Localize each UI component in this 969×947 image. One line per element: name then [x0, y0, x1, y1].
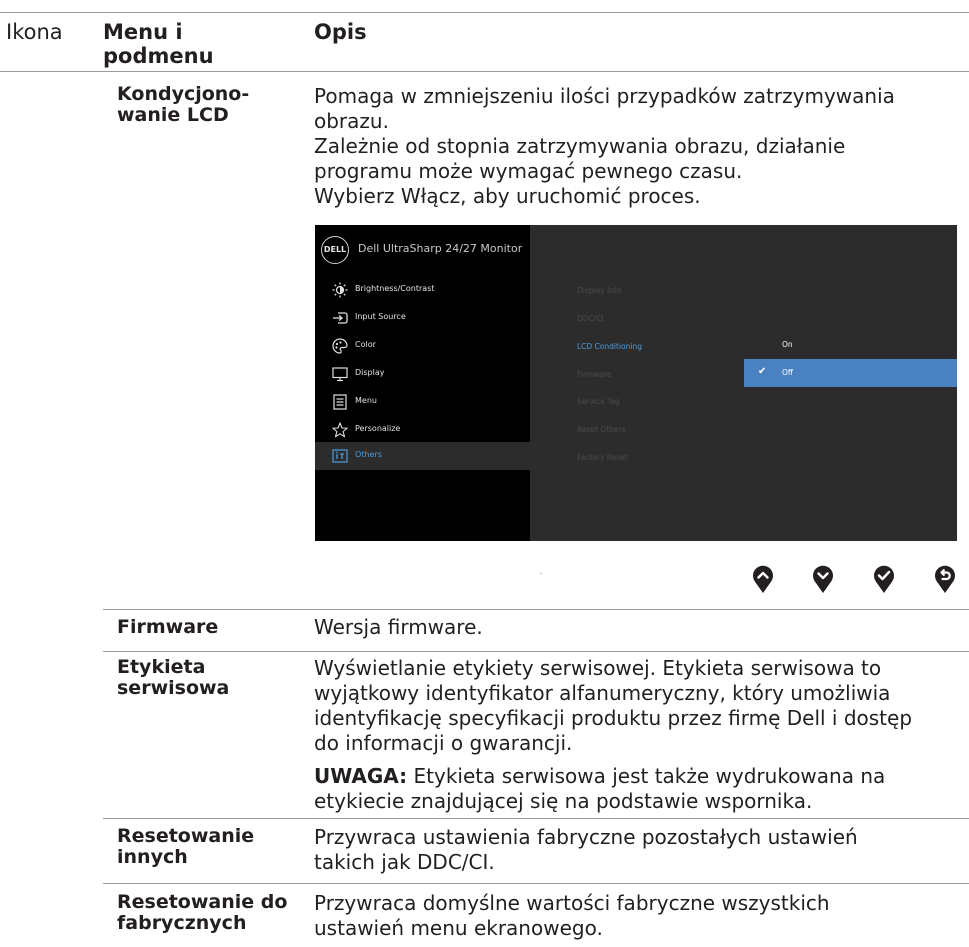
desc-line: Pomaga w zmniejszeniu ilości przypadków … [314, 84, 895, 108]
note-line: UWAGA: Etykieta serwisowa jest także wyd… [314, 764, 964, 789]
desc-line: takich jak DDC/CI. [314, 850, 495, 874]
osd-item-input-source[interactable]: Input Source [315, 304, 530, 332]
osd-item-others[interactable]: Others [315, 442, 530, 470]
menu-list-icon [333, 394, 347, 410]
osd-item-color[interactable]: Color [315, 332, 530, 360]
row-reset-others-menu: Resetowanie innych [117, 826, 254, 868]
osd-item-display[interactable]: Display [315, 360, 530, 388]
osd-option-label: Off [782, 368, 794, 377]
row-reset-others-menu-line1: Resetowanie [117, 825, 255, 847]
header-rule [0, 71, 969, 72]
row-reset-others-desc: Przywraca ustawienia fabryczne pozostały… [314, 825, 964, 875]
osd-option-on[interactable]: On [744, 331, 957, 359]
decorative-dot [540, 573, 542, 574]
osd-sub-ddc-ci[interactable]: DDC/CI [577, 314, 604, 324]
row-factory-reset-menu-line1: Resetowanie do [117, 891, 288, 913]
osd-sub-service-tag[interactable]: Service Tag [577, 397, 620, 407]
osd-item-label: Color [355, 340, 376, 349]
header-desc-column: Opis [314, 20, 367, 44]
row-rule [103, 609, 969, 610]
dell-logo: DELL [321, 236, 349, 264]
row-lcd-menu-line1: Kondycjono- [117, 83, 250, 105]
osd-sub-reset-others[interactable]: Reset Others [577, 425, 626, 435]
row-factory-reset-menu-line2: fabrycznych [117, 912, 247, 934]
down-arrow-icon [813, 565, 833, 593]
osd-item-label: Brightness/Contrast [355, 284, 435, 293]
desc-line: Wybierz Włącz, aby uruchomić proces. [314, 184, 701, 208]
row-lcd-menu: Kondycjono- wanie LCD [117, 84, 249, 126]
desc-line: Przywraca domyślne wartości fabryczne ws… [314, 891, 830, 915]
osd-item-menu[interactable]: Menu [315, 388, 530, 416]
row-rule [103, 883, 969, 884]
others-icon [332, 449, 348, 463]
osd-title: Dell UltraSharp 24/27 Monitor [358, 242, 523, 255]
check-icon [874, 565, 894, 593]
check-icon: ✔ [758, 366, 767, 377]
desc-line: identyfikację specyfikacji produktu prze… [314, 706, 913, 730]
input-source-icon [333, 312, 348, 324]
osd-item-label: Personalize [355, 424, 401, 433]
osd-sub-firmware[interactable]: Firmware [577, 370, 611, 380]
desc-line: Zależnie od stopnia zatrzymywania obrazu… [314, 134, 846, 158]
desc-line: programu może wymagać pewnego czasu. [314, 159, 743, 183]
row-service-tag-menu-line2: serwisowa [117, 677, 230, 699]
row-service-tag-desc: Wyświetlanie etykiety serwisowej. Etykie… [314, 656, 964, 756]
row-firmware-desc: Wersja firmware. [314, 615, 483, 639]
osd-item-label: Others [355, 450, 382, 459]
row-service-tag-menu: Etykieta serwisowa [117, 657, 229, 699]
desc-line: obrazu. [314, 109, 389, 133]
row-lcd-menu-line2: wanie LCD [117, 104, 229, 126]
sun-icon [332, 282, 348, 298]
desc-line: Wyświetlanie etykiety serwisowej. Etykie… [314, 656, 882, 680]
osd-screenshot: DELL Dell UltraSharp 24/27 Monitor Brigh… [315, 225, 957, 541]
osd-option-label: On [782, 340, 793, 349]
row-rule [103, 818, 969, 819]
star-icon [332, 422, 348, 438]
desc-line: ustawień menu ekranowego. [314, 916, 603, 940]
table-top-rule [0, 12, 969, 13]
osd-main-menu: DELL Dell UltraSharp 24/27 Monitor Brigh… [315, 225, 530, 541]
display-monitor-icon [332, 367, 348, 382]
row-reset-others-menu-line2: innych [117, 846, 188, 868]
osd-sub-display-info[interactable]: Display Info [577, 286, 621, 296]
header-menu-line1: Menu i [103, 20, 183, 44]
desc-line: do informacji o gwarancji. [314, 731, 573, 755]
osd-sub-lcd-conditioning[interactable]: LCD Conditioning [577, 342, 642, 352]
desc-line: Przywraca ustawienia fabryczne pozostały… [314, 825, 858, 849]
color-palette-icon [332, 338, 348, 354]
up-arrow-icon [753, 565, 773, 593]
back-icon [935, 565, 955, 593]
row-firmware-menu: Firmware [117, 616, 219, 638]
row-lcd-desc: Pomaga w zmniejszeniu ilości przypadków … [314, 84, 964, 209]
osd-sub-factory-reset[interactable]: Factory Reset [577, 453, 628, 463]
note-line: etykiecie znajdującej się na podstawie w… [314, 789, 813, 813]
row-service-tag-menu-line1: Etykieta [117, 656, 206, 678]
row-rule [103, 651, 969, 652]
row-factory-reset-menu: Resetowanie do fabrycznych [117, 892, 287, 934]
osd-item-label: Input Source [355, 312, 406, 321]
osd-option-off[interactable]: ✔ Off [744, 359, 957, 387]
header-icon-column: Ikona [6, 20, 63, 44]
row-service-tag-note: UWAGA: Etykieta serwisowa jest także wyd… [314, 764, 964, 814]
header-menu-column: Menu i podmenu [103, 20, 214, 68]
note-label: UWAGA: [314, 764, 408, 788]
osd-item-label: Display [355, 368, 385, 377]
desc-line: wyjątkowy identyfikator alfanumeryczny, … [314, 681, 891, 705]
header-menu-line2: podmenu [103, 44, 214, 68]
osd-item-personalize[interactable]: Personalize [315, 416, 530, 444]
osd-item-label: Menu [355, 396, 377, 405]
note-text: Etykieta serwisowa jest także wydrukowan… [407, 764, 886, 788]
osd-item-brightness-contrast[interactable]: Brightness/Contrast [315, 276, 530, 304]
row-factory-reset-desc: Przywraca domyślne wartości fabryczne ws… [314, 891, 964, 941]
